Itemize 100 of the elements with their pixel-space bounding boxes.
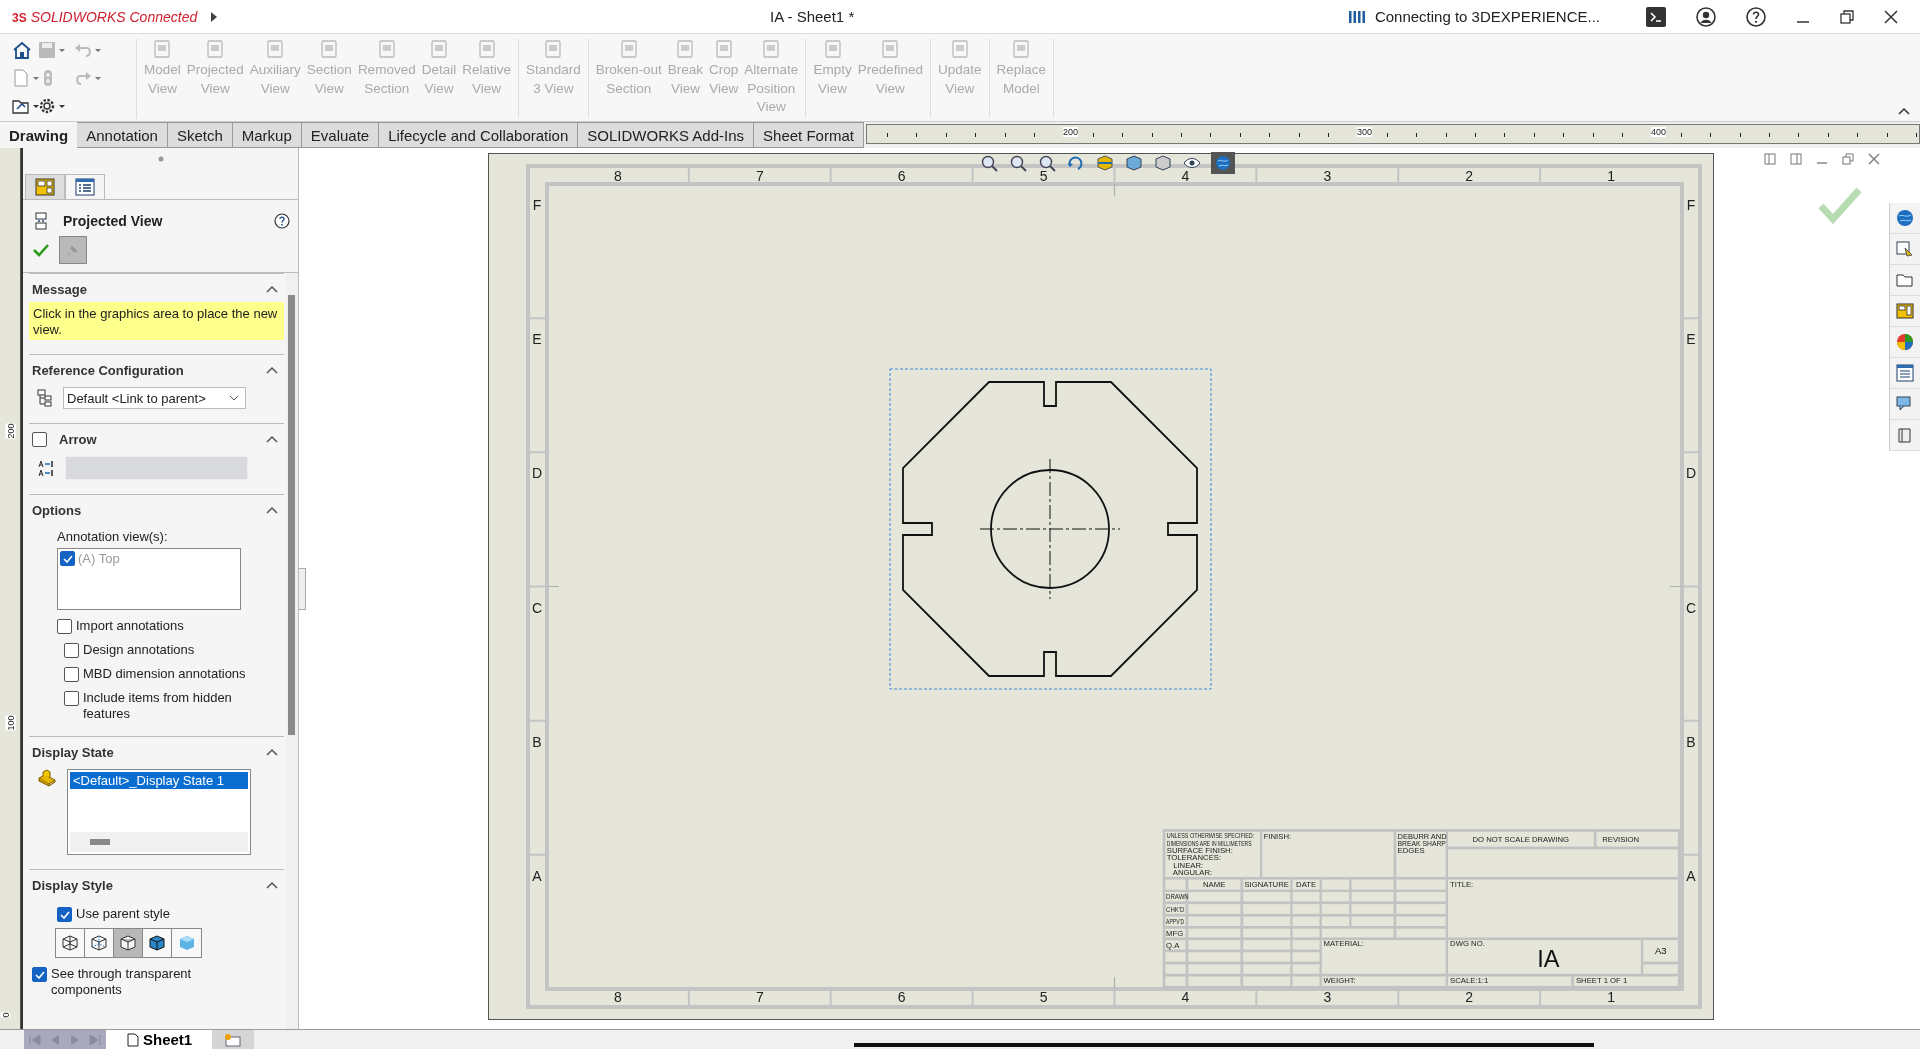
arrow-checkbox[interactable] — [32, 431, 47, 447]
open-folder-icon[interactable] — [12, 97, 40, 115]
zone-label: 8 — [614, 989, 622, 1005]
section-title: Display Style — [32, 877, 113, 893]
ruler-label: 200 — [1062, 127, 1078, 137]
view-icon — [618, 39, 639, 59]
tile-icon[interactable] — [1790, 153, 1802, 165]
zone-label: 1 — [1607, 168, 1615, 184]
checkbox[interactable] — [32, 967, 47, 982]
ruler-label: 200 — [5, 423, 16, 439]
zone-label: 5 — [1039, 989, 1048, 1005]
zone-label: 1 — [1607, 989, 1615, 1005]
view-checkbox[interactable] — [60, 551, 75, 566]
cube-icon — [89, 933, 109, 953]
panel-title: Projected View — [63, 213, 163, 229]
zone-label: E — [1686, 331, 1696, 348]
scrollbar-thumb[interactable] — [90, 839, 110, 845]
ribbon-tab[interactable]: Markup — [232, 122, 302, 148]
scrollbar[interactable] — [286, 273, 298, 1029]
display-style-button[interactable] — [114, 929, 143, 957]
checkbox-label: MBD dimension annotations — [83, 666, 247, 682]
projected-view-icon — [35, 212, 49, 230]
collapse-icon[interactable] — [266, 506, 278, 514]
terminal-icon[interactable] — [1646, 6, 1666, 27]
library-icon — [1896, 240, 1914, 258]
zoom-area-icon[interactable] — [1008, 154, 1028, 172]
display-state-item[interactable]: <Default>_Display State 1 — [70, 772, 248, 789]
view-icon — [713, 39, 734, 59]
ribbon-tab[interactable]: Evaluate — [301, 122, 380, 148]
appearance-button[interactable] — [1211, 152, 1235, 174]
section-title: Options — [32, 502, 82, 518]
view-boundary[interactable] — [889, 368, 1212, 690]
settings-icon[interactable] — [38, 97, 66, 115]
ok-check-icon[interactable] — [33, 243, 49, 257]
grip-icon[interactable] — [157, 156, 164, 162]
tile-icon[interactable] — [1764, 153, 1776, 165]
zone-label: 3 — [1323, 989, 1332, 1005]
view-icon — [428, 39, 449, 59]
confirm-check-icon[interactable] — [1818, 186, 1862, 224]
collapse-ribbon-icon[interactable] — [1898, 107, 1910, 115]
cube-icon — [118, 933, 138, 953]
view-icon — [543, 39, 564, 59]
collapse-icon[interactable] — [266, 748, 278, 756]
arrow-label-field[interactable] — [65, 456, 248, 480]
ribbon-tab[interactable]: Sketch — [167, 122, 233, 148]
zoom-fit-icon[interactable] — [979, 154, 999, 172]
ribbon-tab[interactable]: Lifecycle and Collaboration — [379, 122, 579, 148]
zone-label: B — [532, 733, 542, 750]
home-icon[interactable] — [12, 41, 32, 59]
view-icon — [1011, 39, 1032, 59]
close-icon[interactable] — [1884, 9, 1898, 24]
zone-label: 6 — [897, 989, 906, 1005]
annotation-views-list[interactable]: (A) Top — [57, 548, 241, 610]
chevron-down-icon — [229, 395, 239, 401]
view-icon — [880, 39, 901, 59]
checkbox[interactable] — [64, 667, 79, 682]
checkbox[interactable] — [57, 619, 72, 634]
add-sheet-button[interactable] — [212, 1030, 255, 1049]
view-icon — [761, 39, 782, 59]
connection-status: Connecting to 3DEXPERIENCE... — [1374, 8, 1600, 25]
section-icon[interactable] — [1095, 154, 1115, 172]
checkbox[interactable] — [57, 907, 72, 922]
user-icon[interactable] — [1696, 6, 1716, 27]
sheet-tab[interactable]: Sheet1 — [106, 1030, 213, 1049]
zone-label: B — [1686, 733, 1696, 750]
panel-splitter-handle[interactable] — [299, 567, 306, 610]
collapse-icon[interactable] — [266, 366, 278, 374]
view-icon — [949, 39, 970, 59]
display-style-icon[interactable] — [1153, 154, 1173, 172]
ribbon-tab[interactable]: SOLIDWORKS Add-Ins — [578, 122, 755, 148]
checkbox[interactable] — [64, 643, 79, 658]
folder-icon — [1896, 271, 1914, 289]
zone-label: 6 — [897, 168, 906, 184]
menu-arrow-icon[interactable] — [210, 10, 218, 23]
zoom-icon[interactable] — [1037, 154, 1057, 172]
checkbox[interactable] — [64, 691, 79, 706]
property-list-tab[interactable] — [65, 174, 105, 199]
ribbon-tab[interactable]: Drawing — [0, 122, 78, 148]
collapse-icon[interactable] — [266, 285, 278, 293]
drawing-number: IA — [1537, 946, 1560, 973]
collapse-icon[interactable] — [266, 435, 278, 443]
view-label: (A) Top — [78, 551, 120, 566]
field-label: Annotation view(s): — [56, 528, 169, 546]
scrollbar[interactable] — [854, 1043, 1595, 1047]
configuration-dropdown[interactable]: Default <Link to parent> — [63, 387, 246, 409]
ribbon-tab[interactable]: Annotation — [77, 122, 168, 148]
view-orientation-icon[interactable] — [1124, 154, 1144, 172]
help-icon[interactable] — [274, 213, 290, 229]
zone-label: 3 — [1323, 168, 1332, 184]
property-manager-tab[interactable] — [25, 174, 65, 199]
zone-label: F — [1686, 197, 1696, 214]
app-logo[interactable]: 3S SOLIDWORKS Connected — [0, 8, 202, 25]
restore-icon[interactable] — [1840, 9, 1854, 24]
ribbon-tab[interactable]: Sheet Format — [754, 122, 864, 148]
view-icon — [319, 39, 340, 59]
zone-label: F — [532, 197, 542, 214]
collapse-icon[interactable] — [266, 881, 278, 889]
zone-label: C — [531, 599, 543, 616]
help-icon[interactable] — [1746, 6, 1766, 27]
configuration-tree-icon — [37, 389, 53, 407]
